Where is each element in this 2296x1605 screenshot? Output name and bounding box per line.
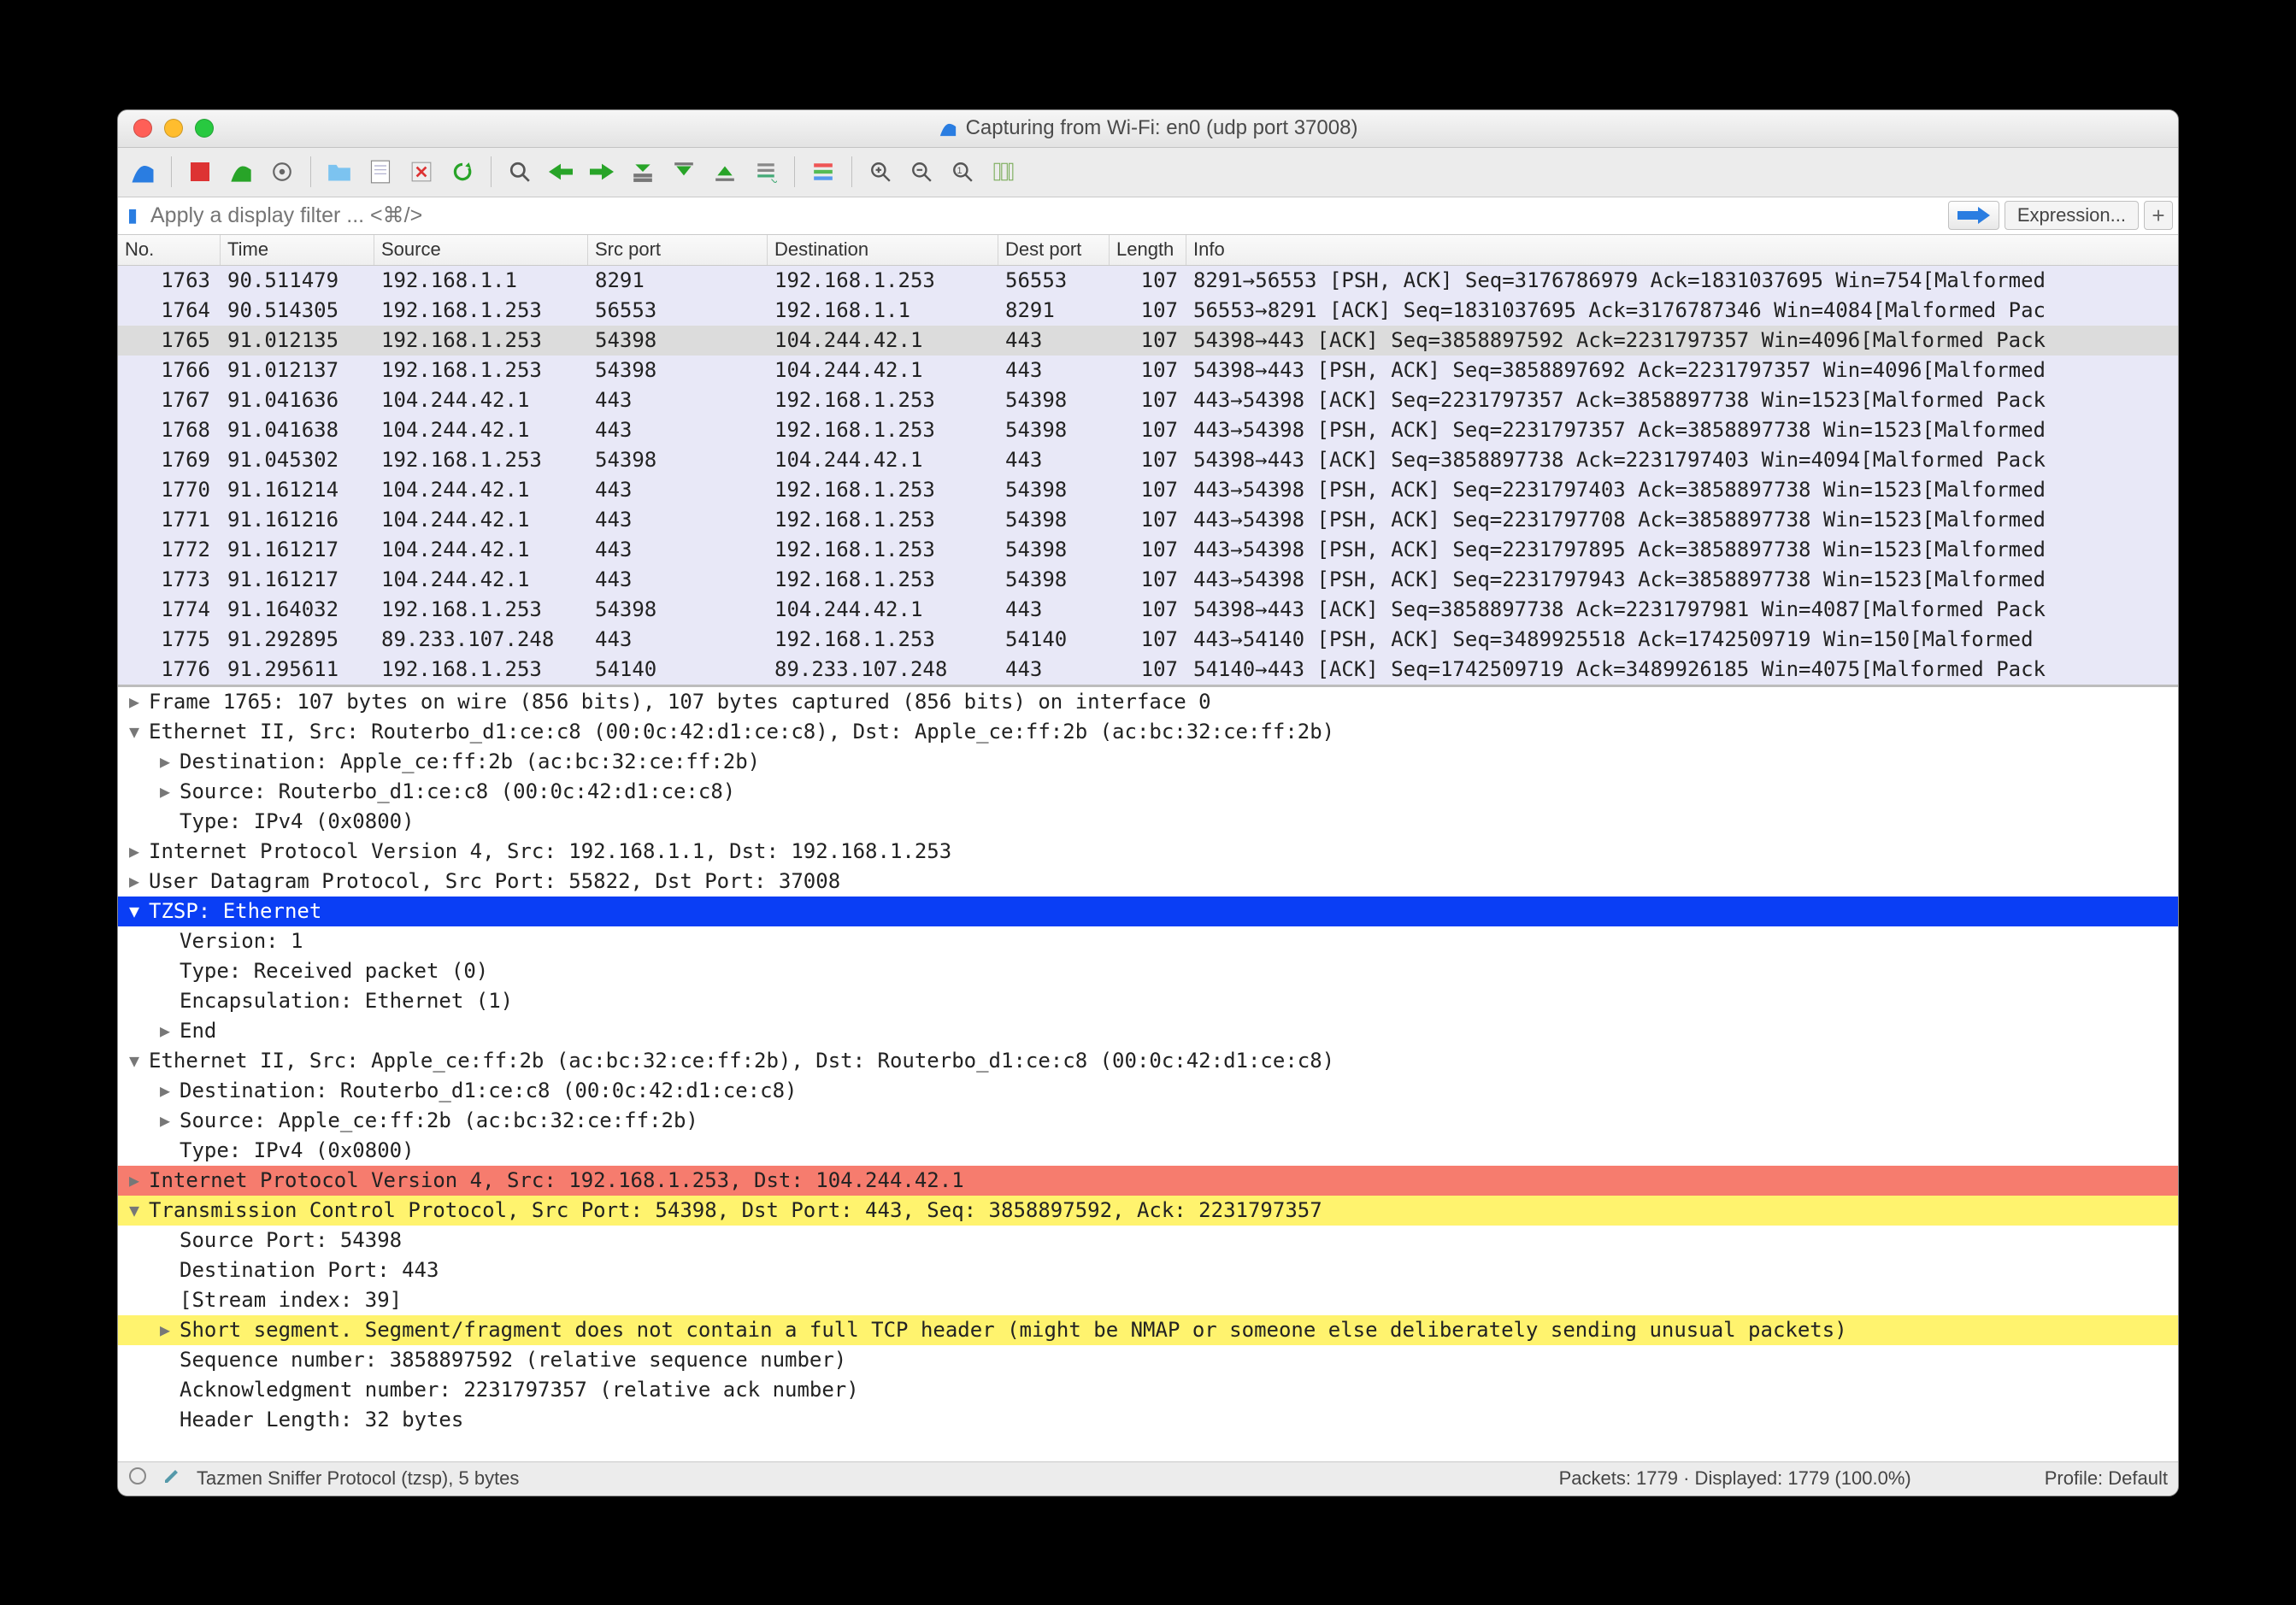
stop-capture-button[interactable] [182, 154, 218, 190]
wireshark-fin-icon [939, 119, 957, 138]
save-file-button[interactable] [362, 154, 398, 190]
detail-line[interactable]: Type: IPv4 (0x0800) [118, 1136, 2178, 1166]
detail-line[interactable]: [Stream index: 39] [118, 1285, 2178, 1315]
col-src[interactable]: Source [374, 235, 588, 265]
go-back-button[interactable] [543, 154, 579, 190]
go-to-last-button[interactable] [707, 154, 743, 190]
packet-row[interactable]: 176891.041638104.244.42.1443192.168.1.25… [118, 415, 2178, 445]
go-forward-button[interactable] [584, 154, 620, 190]
main-toolbar: 1 [118, 148, 2178, 197]
packet-row[interactable]: 176490.514305192.168.1.25356553192.168.1… [118, 296, 2178, 326]
detail-line[interactable]: ▶User Datagram Protocol, Src Port: 55822… [118, 867, 2178, 897]
restart-capture-button[interactable] [223, 154, 259, 190]
packet-row[interactable]: 176390.511479192.168.1.18291192.168.1.25… [118, 266, 2178, 296]
packet-row[interactable]: 177091.161214104.244.42.1443192.168.1.25… [118, 475, 2178, 505]
detail-line[interactable]: ▶Frame 1765: 107 bytes on wire (856 bits… [118, 687, 2178, 717]
titlebar: Capturing from Wi-Fi: en0 (udp port 3700… [118, 110, 2178, 148]
detail-line[interactable]: ▼Ethernet II, Src: Apple_ce:ff:2b (ac:bc… [118, 1046, 2178, 1076]
detail-line[interactable]: Type: Received packet (0) [118, 956, 2178, 986]
close-file-button[interactable] [403, 154, 439, 190]
apply-filter-button[interactable] [1948, 201, 1999, 230]
col-dprt[interactable]: Dest port [998, 235, 1110, 265]
open-file-button[interactable] [321, 154, 357, 190]
detail-line[interactable]: Destination Port: 443 [118, 1255, 2178, 1285]
zoom-reset-button[interactable]: 1 [945, 154, 980, 190]
status-protocol: Tazmen Sniffer Protocol (tzsp), 5 bytes [197, 1467, 519, 1490]
col-time[interactable]: Time [221, 235, 374, 265]
detail-line[interactable]: ▶Source: Apple_ce:ff:2b (ac:bc:32:ce:ff:… [118, 1106, 2178, 1136]
packet-list-header[interactable]: No. Time Source Src port Destination Des… [118, 235, 2178, 266]
status-packet-counts: Packets: 1779 · Displayed: 1779 (100.0%) [1559, 1467, 1911, 1490]
packet-details-pane[interactable]: ▶Frame 1765: 107 bytes on wire (856 bits… [118, 685, 2178, 1461]
window-title: Capturing from Wi-Fi: en0 (udp port 3700… [118, 116, 2178, 140]
zoom-in-button[interactable] [862, 154, 898, 190]
status-profile[interactable]: Profile: Default [2045, 1467, 2168, 1490]
detail-line[interactable]: Source Port: 54398 [118, 1226, 2178, 1255]
capture-options-button[interactable] [264, 154, 300, 190]
display-filter-bar: ▮ Expression... + [118, 197, 2178, 235]
packet-list-body[interactable]: 176390.511479192.168.1.18291192.168.1.25… [118, 266, 2178, 685]
packet-row[interactable]: 176991.045302192.168.1.25354398104.244.4… [118, 445, 2178, 475]
detail-line[interactable]: ▶Destination: Apple_ce:ff:2b (ac:bc:32:c… [118, 747, 2178, 777]
detail-line[interactable]: ▶Short segment. Segment/fragment does no… [118, 1315, 2178, 1345]
packet-row[interactable]: 177391.161217104.244.42.1443192.168.1.25… [118, 565, 2178, 595]
packet-row[interactable]: 176791.041636104.244.42.1443192.168.1.25… [118, 385, 2178, 415]
col-no[interactable]: No. [118, 235, 221, 265]
packet-row[interactable]: 177491.164032192.168.1.25354398104.244.4… [118, 595, 2178, 625]
detail-line[interactable]: Header Length: 32 bytes [118, 1405, 2178, 1435]
go-to-first-button[interactable] [666, 154, 702, 190]
window-title-text: Capturing from Wi-Fi: en0 (udp port 3700… [966, 116, 1358, 140]
detail-line[interactable]: ▶Internet Protocol Version 4, Src: 192.1… [118, 837, 2178, 867]
reload-button[interactable] [444, 154, 480, 190]
packet-row[interactable]: 176691.012137192.168.1.25354398104.244.4… [118, 356, 2178, 385]
col-sprt[interactable]: Src port [588, 235, 768, 265]
detail-line[interactable]: ▶Destination: Routerbo_d1:ce:c8 (00:0c:4… [118, 1076, 2178, 1106]
col-info[interactable]: Info [1186, 235, 2178, 265]
edit-capture-comment-icon[interactable] [162, 1467, 181, 1490]
packet-list-pane: No. Time Source Src port Destination Des… [118, 235, 2178, 685]
col-dst[interactable]: Destination [768, 235, 998, 265]
svg-text:1: 1 [957, 166, 963, 176]
detail-line[interactable]: Type: IPv4 (0x0800) [118, 807, 2178, 837]
detail-line[interactable]: ▶End [118, 1016, 2178, 1046]
detail-line[interactable]: ▼TZSP: Ethernet [118, 897, 2178, 926]
detail-line[interactable]: ▼Transmission Control Protocol, Src Port… [118, 1196, 2178, 1226]
col-len[interactable]: Length [1110, 235, 1186, 265]
bookmark-icon[interactable]: ▮ [123, 203, 142, 227]
add-filter-button[interactable]: + [2144, 201, 2173, 230]
detail-line[interactable]: ▼Ethernet II, Src: Routerbo_d1:ce:c8 (00… [118, 717, 2178, 747]
detail-line[interactable]: Sequence number: 3858897592 (relative se… [118, 1345, 2178, 1375]
packet-row[interactable]: 177691.295611192.168.1.2535414089.233.10… [118, 655, 2178, 685]
packet-row[interactable]: 177591.29289589.233.107.248443192.168.1.… [118, 625, 2178, 655]
detail-line[interactable]: Encapsulation: Ethernet (1) [118, 986, 2178, 1016]
zoom-out-button[interactable] [904, 154, 939, 190]
app-window: Capturing from Wi-Fi: en0 (udp port 3700… [117, 109, 2179, 1496]
detail-line[interactable]: ▶Internet Protocol Version 4, Src: 192.1… [118, 1166, 2178, 1196]
expression-button[interactable]: Expression... [2005, 201, 2139, 230]
status-bar: Tazmen Sniffer Protocol (tzsp), 5 bytes … [118, 1461, 2178, 1496]
go-to-packet-button[interactable] [625, 154, 661, 190]
packet-row[interactable]: 176591.012135192.168.1.25354398104.244.4… [118, 326, 2178, 356]
colorize-button[interactable] [805, 154, 841, 190]
display-filter-input[interactable] [147, 201, 1943, 230]
detail-line[interactable]: Acknowledgment number: 2231797357 (relat… [118, 1375, 2178, 1405]
detail-line[interactable]: Version: 1 [118, 926, 2178, 956]
auto-scroll-button[interactable] [748, 154, 784, 190]
find-packet-button[interactable] [502, 154, 538, 190]
expert-info-icon[interactable] [128, 1467, 147, 1490]
packet-row[interactable]: 177291.161217104.244.42.1443192.168.1.25… [118, 535, 2178, 565]
wireshark-logo-icon[interactable] [125, 154, 161, 190]
packet-row[interactable]: 177191.161216104.244.42.1443192.168.1.25… [118, 505, 2178, 535]
resize-columns-button[interactable] [986, 154, 1021, 190]
detail-line[interactable]: ▶Source: Routerbo_d1:ce:c8 (00:0c:42:d1:… [118, 777, 2178, 807]
